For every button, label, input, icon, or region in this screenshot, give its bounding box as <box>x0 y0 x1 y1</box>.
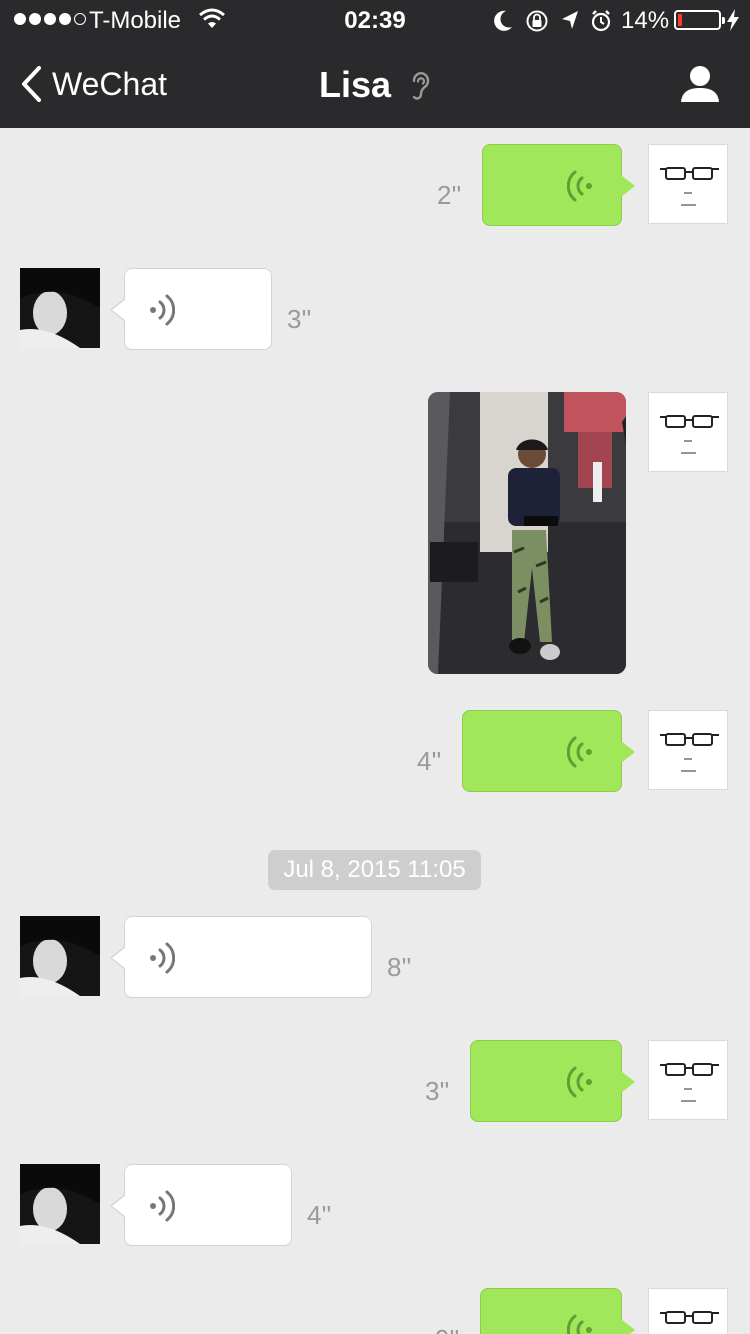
avatar-glasses-sketch <box>660 1063 719 1102</box>
avatar-glasses-sketch <box>660 167 719 206</box>
avatar-glasses-sketch <box>660 415 719 454</box>
chat-title: Lisa <box>0 64 750 106</box>
voice-wave-icon <box>150 942 175 974</box>
lisa-avatar[interactable] <box>20 268 100 348</box>
voice-duration: 9'' <box>435 1324 459 1334</box>
avatar-portrait <box>20 916 100 996</box>
ear-icon <box>412 72 430 100</box>
voice-duration: 3'' <box>287 304 312 334</box>
my-avatar[interactable] <box>648 710 728 790</box>
rotation-lock-icon <box>526 10 548 32</box>
my-avatar[interactable] <box>648 144 728 224</box>
timestamp-divider: Jul 8, 2015 11:05 <box>268 850 481 890</box>
voice-bubble[interactable] <box>470 1040 635 1122</box>
message-sent-voice: 3'' <box>0 1024 750 1124</box>
avatar-portrait <box>20 268 100 348</box>
voice-bubble[interactable] <box>482 144 635 226</box>
voice-duration: 2'' <box>437 180 462 210</box>
chat-area[interactable]: 2'' 3'' 4'' Jul 8, 2015 11:05 8'' 3'' 4'… <box>0 128 750 1334</box>
voice-wave-icon <box>567 1314 592 1334</box>
nav-bar: WeChat Lisa <box>0 40 750 128</box>
avatar-portrait <box>20 1164 100 1244</box>
voice-bubble[interactable] <box>110 916 372 998</box>
photo-image <box>428 392 626 674</box>
top-bar: T-Mobile 02:39 14% WeChat Lisa <box>0 0 750 128</box>
message-received-voice: 3'' <box>0 252 750 352</box>
voice-bubble[interactable] <box>480 1288 635 1334</box>
voice-duration: 3'' <box>425 1076 450 1106</box>
status-icons <box>494 10 611 32</box>
message-sent-image <box>0 376 750 676</box>
chat-title-text: Lisa <box>318 64 392 105</box>
avatar-glasses-sketch <box>660 733 719 772</box>
message-sent-voice: 2'' <box>0 128 750 228</box>
voice-bubble[interactable] <box>110 1164 292 1246</box>
message-sent-voice: 9'' <box>0 1272 750 1334</box>
voice-duration: 4'' <box>307 1200 332 1230</box>
photo-message[interactable] <box>428 392 626 674</box>
voice-bubble[interactable] <box>110 268 272 350</box>
voice-wave-icon <box>567 170 592 202</box>
voice-wave-icon <box>150 294 175 326</box>
avatar-glasses-sketch <box>660 1311 719 1324</box>
location-icon <box>562 11 578 29</box>
voice-wave-icon <box>150 1190 175 1222</box>
voice-wave-icon <box>567 1066 592 1098</box>
voice-duration: 8'' <box>387 952 412 982</box>
battery-icon <box>674 10 725 30</box>
charging-icon <box>727 9 739 31</box>
moon-icon <box>494 10 512 31</box>
battery-percent: 14% <box>621 7 670 34</box>
my-avatar[interactable] <box>648 1040 728 1120</box>
profile-icon[interactable] <box>680 64 720 104</box>
lisa-avatar[interactable] <box>20 1164 100 1244</box>
message-received-voice: 4'' <box>0 1148 750 1248</box>
alarm-icon <box>591 10 611 32</box>
my-avatar[interactable] <box>648 1288 728 1334</box>
lisa-avatar[interactable] <box>20 916 100 996</box>
status-bar: T-Mobile 02:39 14% <box>0 0 750 40</box>
message-received-voice: 8'' <box>0 900 750 1000</box>
voice-duration: 4'' <box>417 746 442 776</box>
voice-wave-icon <box>567 736 592 768</box>
voice-bubble[interactable] <box>462 710 635 792</box>
message-sent-voice: 4'' <box>0 694 750 794</box>
my-avatar[interactable] <box>648 392 728 472</box>
